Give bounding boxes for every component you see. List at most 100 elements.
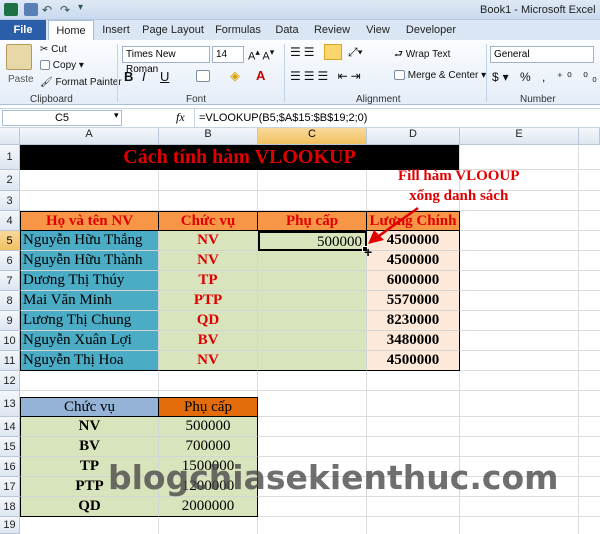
underline-button[interactable]: U — [160, 69, 169, 84]
select-all-corner[interactable] — [0, 128, 20, 145]
cell-role[interactable]: TP — [159, 271, 258, 291]
row-header[interactable]: 10 — [0, 331, 20, 351]
cell-role[interactable]: NV — [159, 351, 258, 371]
number-format-icons[interactable]: $▾ % , ⁺⁰ ⁰₀ — [492, 70, 600, 84]
horizontal-align-icons[interactable]: ☰☰☰ ⇤⇥ — [290, 69, 364, 83]
tab-file[interactable]: File — [0, 20, 46, 40]
row-header[interactable]: 8 — [0, 291, 20, 311]
merge-center-button[interactable]: Merge & Center ▾ — [394, 70, 486, 81]
font-color-icon[interactable]: A — [256, 68, 265, 83]
row-header[interactable]: 5 — [0, 231, 20, 251]
lookup-header-allowance[interactable]: Phụ cấp — [158, 397, 258, 417]
copy-button[interactable]: Copy ▾ — [40, 60, 84, 71]
header-allowance[interactable]: Phụ cấp — [257, 211, 367, 231]
paste-icon[interactable] — [6, 44, 32, 70]
tab-data[interactable]: Data — [270, 20, 304, 40]
vertical-align-icons[interactable]: ☰☰ — [290, 45, 318, 59]
font-size-select[interactable]: 14 — [212, 46, 244, 63]
tab-insert[interactable]: Insert — [96, 20, 136, 40]
align-bottom-icon[interactable] — [324, 44, 342, 60]
name-box-dropdown-icon[interactable]: ▾ — [114, 110, 119, 121]
lookup-role[interactable]: QD — [20, 497, 159, 517]
cut-button[interactable]: ✂ Cut — [40, 44, 67, 55]
tab-developer[interactable]: Developer — [402, 20, 460, 40]
row-header[interactable]: 7 — [0, 271, 20, 291]
cell-name[interactable]: Lương Thị Chung — [20, 311, 159, 331]
cell-role[interactable]: NV — [159, 231, 258, 251]
cell-name[interactable]: Dương Thị Thúy — [20, 271, 159, 291]
lookup-allowance[interactable]: 700000 — [159, 437, 258, 457]
row-header[interactable]: 4 — [0, 211, 20, 231]
row-header[interactable]: 11 — [0, 351, 20, 371]
quick-access-dropdown-icon[interactable]: ▾ — [78, 2, 83, 13]
fill-color-icon[interactable]: ◈ — [230, 68, 240, 84]
column-header-d[interactable]: D — [367, 128, 460, 145]
column-header-c[interactable]: C — [258, 128, 367, 145]
header-role[interactable]: Chức vụ — [158, 211, 258, 231]
lookup-header-role[interactable]: Chức vụ — [20, 397, 159, 417]
cell-name[interactable]: Mai Văn Minh — [20, 291, 159, 311]
wrap-text-button[interactable]: ⮐ Wrap Text — [394, 47, 450, 64]
cell-salary[interactable]: 4500000 — [367, 251, 460, 271]
column-header-e[interactable]: E — [460, 128, 579, 145]
column-header-b[interactable]: B — [159, 128, 258, 145]
cell-name[interactable]: Nguyễn Xuân Lợi — [20, 331, 159, 351]
sheet-title[interactable]: Cách tính hàm VLOOKUP — [20, 145, 459, 170]
grow-font-button[interactable]: A▴ A▾ — [248, 47, 274, 63]
lookup-role[interactable]: NV — [20, 417, 159, 437]
italic-button[interactable]: I — [142, 69, 146, 84]
cell-allowance[interactable] — [258, 291, 367, 311]
row-header[interactable]: 1 — [0, 145, 20, 170]
lookup-allowance[interactable]: 500000 — [159, 417, 258, 437]
save-icon[interactable] — [24, 3, 38, 16]
orientation-icon[interactable]: ⤢▾ — [348, 45, 363, 60]
undo-icon[interactable]: ↶ — [42, 3, 52, 17]
tab-review[interactable]: Review — [310, 20, 354, 40]
row-header[interactable]: 12 — [0, 371, 20, 391]
row-header[interactable]: 9 — [0, 311, 20, 331]
cell-salary[interactable]: 8230000 — [367, 311, 460, 331]
font-name-select[interactable]: Times New Roman — [122, 46, 210, 75]
cell-role[interactable]: QD — [159, 311, 258, 331]
cell-salary[interactable]: 5570000 — [367, 291, 460, 311]
row-header[interactable]: 19 — [0, 517, 20, 534]
tab-page-layout[interactable]: Page Layout — [140, 20, 206, 40]
paste-button[interactable]: Paste — [8, 74, 34, 85]
cell-allowance[interactable] — [258, 251, 367, 271]
name-box[interactable]: C5 — [2, 110, 122, 126]
row-header[interactable]: 16 — [0, 457, 20, 477]
cell-salary[interactable]: 4500000 — [367, 351, 460, 371]
cell-allowance-selected[interactable]: 500000 — [258, 231, 367, 251]
cell-name[interactable]: Nguyễn Hữu Thành — [20, 251, 159, 271]
cell-salary[interactable]: 3480000 — [367, 331, 460, 351]
header-name[interactable]: Họ và tên NV — [20, 211, 159, 231]
redo-icon[interactable]: ↷ — [60, 3, 70, 17]
cell-role[interactable]: NV — [159, 251, 258, 271]
cell-name[interactable]: Nguyễn Hữu Thắng — [20, 231, 159, 251]
row-header[interactable]: 18 — [0, 497, 20, 517]
row-header[interactable]: 13 — [0, 391, 20, 417]
tab-home[interactable]: Home — [48, 20, 94, 40]
tab-formulas[interactable]: Formulas — [212, 20, 264, 40]
cell-salary[interactable]: 6000000 — [367, 271, 460, 291]
cell-name[interactable]: Nguyễn Thị Hoa — [20, 351, 159, 371]
row-header[interactable]: 15 — [0, 437, 20, 457]
lookup-role[interactable]: BV — [20, 437, 159, 457]
column-header-f[interactable] — [579, 128, 600, 145]
formula-input[interactable]: =VLOOKUP(B5;$A$15:$B$19;2;0) — [194, 109, 600, 127]
cell-allowance[interactable] — [258, 331, 367, 351]
cell-allowance[interactable] — [258, 271, 367, 291]
column-header-a[interactable]: A — [20, 128, 159, 145]
cell-allowance[interactable] — [258, 351, 367, 371]
bold-button[interactable]: B — [124, 69, 133, 84]
format-painter-button[interactable]: 🖌 Format Painter — [40, 77, 122, 88]
number-format-select[interactable]: General — [490, 46, 594, 63]
borders-icon[interactable] — [196, 70, 210, 83]
row-header[interactable]: 3 — [0, 191, 20, 211]
row-header[interactable]: 17 — [0, 477, 20, 497]
tab-view[interactable]: View — [360, 20, 396, 40]
cell-allowance[interactable] — [258, 311, 367, 331]
fx-icon[interactable]: fx — [176, 110, 185, 125]
cell-role[interactable]: BV — [159, 331, 258, 351]
row-header[interactable]: 6 — [0, 251, 20, 271]
